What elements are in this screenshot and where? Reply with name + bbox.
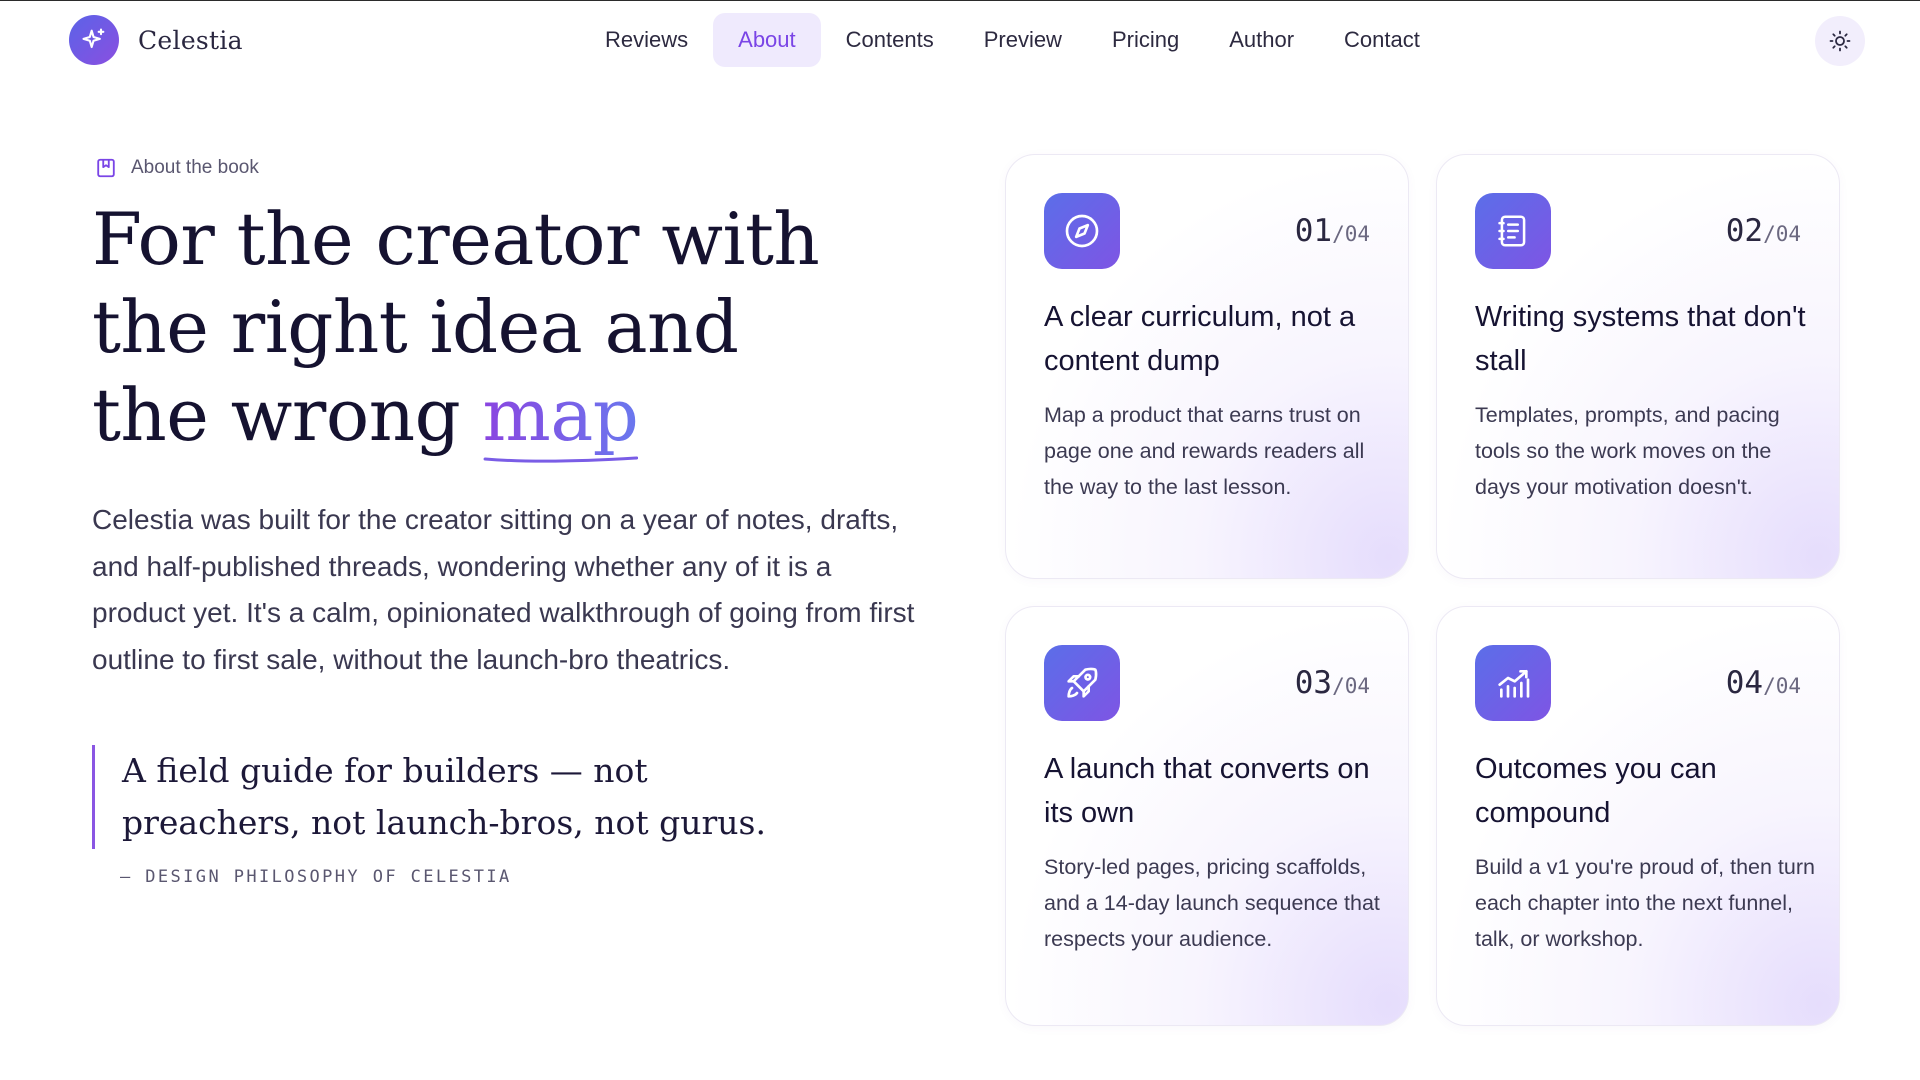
nav-about[interactable]: About (713, 13, 821, 67)
nav-preview[interactable]: Preview (959, 13, 1087, 67)
card-title: Writing systems that don't stall (1475, 301, 1806, 377)
card-counter: 03/04 (1294, 665, 1370, 701)
quote-citation: — DESIGN PHILOSOPHY OF CELESTIA (120, 867, 512, 887)
brand-name: Celestia (138, 25, 243, 55)
rocket-icon (1044, 645, 1120, 721)
card-description: Build a v1 you're proud of, then turn ea… (1475, 855, 1815, 951)
theme-toggle-button[interactable] (1815, 16, 1865, 66)
feature-card-2: 02/04 Writing systems that don't stall T… (1436, 154, 1840, 579)
feature-card-3: 03/04 A launch that converts on its own … (1005, 606, 1409, 1026)
compass-icon (1044, 193, 1120, 269)
card-counter: 04/04 (1725, 665, 1801, 701)
nav-reviews[interactable]: Reviews (580, 13, 713, 67)
card-description: Story-led pages, pricing scaffolds, and … (1044, 855, 1380, 951)
headline-line-3: the wrong (92, 373, 461, 457)
headline-accent-word: map (483, 371, 639, 463)
nav-author[interactable]: Author (1204, 13, 1319, 67)
intro-paragraph: Celestia was built for the creator sitti… (92, 504, 915, 675)
page-title: For the creator with the right idea and … (92, 195, 852, 463)
card-title: A launch that converts on its own (1044, 753, 1370, 829)
main-nav: Reviews About Contents Preview Pricing A… (580, 12, 1445, 68)
card-title: Outcomes you can compound (1475, 753, 1717, 829)
card-counter: 01/04 (1294, 213, 1370, 249)
card-description: Map a product that earns trust on page o… (1044, 403, 1365, 499)
nav-pricing[interactable]: Pricing (1087, 13, 1204, 67)
card-description: Templates, prompts, and pacing tools so … (1475, 403, 1780, 499)
notebook-icon (1475, 193, 1551, 269)
quote-line-2: preachers, not launch-bros, not gurus. (122, 803, 766, 842)
headline-line-2: the right idea and (92, 285, 739, 369)
card-counter: 02/04 (1725, 213, 1801, 249)
section-eyebrow: About the book (95, 157, 259, 179)
sparkle-icon (69, 15, 119, 65)
site-header: Celestia Reviews About Contents Preview … (0, 1, 1920, 79)
quote-line-1: A field guide for builders — not (122, 751, 648, 790)
feature-card-1: 01/04 A clear curriculum, not a content … (1005, 154, 1409, 579)
hand-underline (483, 456, 638, 463)
eyebrow-label: About the book (131, 157, 259, 178)
growth-chart-icon (1475, 645, 1551, 721)
headline-line-1: For the creator with (92, 197, 820, 281)
philosophy-quote: A field guide for builders — not preache… (92, 745, 812, 849)
bookmark-book-icon (97, 158, 115, 178)
nav-contact[interactable]: Contact (1319, 13, 1445, 67)
brand-link[interactable]: Celestia (69, 15, 243, 65)
card-title: A clear curriculum, not a content dump (1044, 301, 1356, 377)
feature-card-4: 04/04 Outcomes you can compound Build a … (1436, 606, 1840, 1026)
sun-icon (1829, 30, 1851, 52)
nav-contents[interactable]: Contents (821, 13, 959, 67)
